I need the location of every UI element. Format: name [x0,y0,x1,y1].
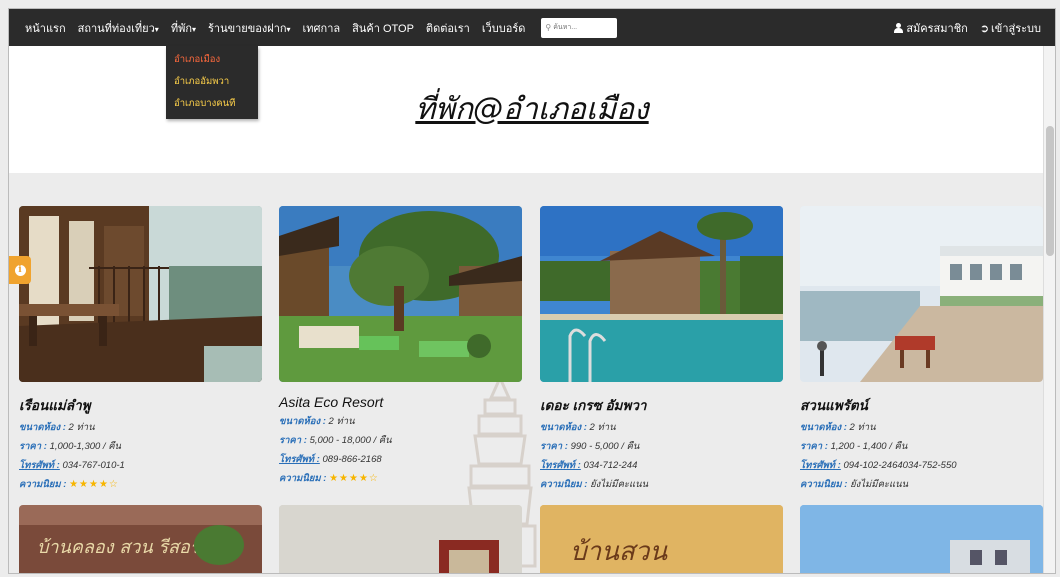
nav-souvenir-shops[interactable]: ร้านขายของฝาก▾ [202,19,297,37]
phone: โทรศัพท์ : 034-767-010-1 [19,460,125,471]
phone: โทรศัพท์ : 034-712-244 [540,460,638,471]
hotel-image-4[interactable] [800,206,1043,382]
hotel-image-8[interactable] [800,505,1043,573]
sign-text: บ้านสวน [570,537,668,567]
price: ราคา : 990 - 5,000 / คืน [540,441,640,452]
nav-accommodation[interactable]: ที่พัก▾ [165,19,202,37]
room-size: ขนาดห้อง : 2 ท่าน [19,422,95,433]
popularity: ความนิยม : ยังไม่มีคะแนน [540,479,649,490]
nav-right: สมัครสมาชิก ➲ เข้าสู่ระบบ [887,9,1047,46]
search-box[interactable]: ⚲ [541,17,618,38]
hotel-card-3[interactable]: เดอะ เกรซ อัมพวา ขนาดห้อง : 2 ท่าน ราคา … [540,206,783,492]
nav-contact[interactable]: ติดต่อเรา [420,19,476,37]
info-icon: i [14,264,26,276]
chevron-down-icon: ▾ [154,24,159,34]
popularity: ความนิยม : ยังไม่มีคะแนน [800,479,909,490]
price: ราคา : 5,000 - 18,000 / คืน [279,435,392,446]
accommodation-dropdown: อำเภอเมือง อำเภออัมพวา อำเภอบางคนที [166,46,258,119]
phone: โทรศัพท์ : 094-102-2464034-752-550 [800,460,957,471]
price: ราคา : 1,200 - 1,400 / คืน [800,441,908,452]
info-tab[interactable]: i [9,256,31,284]
hotel-card-4[interactable]: สวนแพรัตน์ ขนาดห้อง : 2 ท่าน ราคา : 1,20… [800,206,1043,492]
hotel-card-2[interactable]: Asita Eco Resort ขนาดห้อง : 2 ท่าน ราคา … [279,206,522,486]
chevron-down-icon: ▾ [191,24,196,34]
hotel-image-5[interactable]: บ้านคลอง สวน รีสอร์ต [19,505,262,573]
hotel-name[interactable]: เรือนแม่ลำพู [19,394,262,416]
nav-attractions[interactable]: สถานที่ท่องเที่ยว▾ [72,19,165,37]
hotel-image-7[interactable]: บ้านสวน [540,505,783,573]
hotel-image-3[interactable] [540,206,783,382]
hotel-card-1[interactable]: เรือนแม่ลำพู ขนาดห้อง : 2 ท่าน ราคา : 1,… [19,206,262,492]
nav-otop[interactable]: สินค้า OTOP [346,19,420,37]
star-rating: ★★★★☆ [69,479,119,490]
search-icon: ⚲ [545,23,552,32]
sign-text: บ้านคลอง สวน รีสอร์ต [37,537,212,558]
dropdown-item-mueang[interactable]: อำเภอเมือง [174,52,258,67]
popularity: ความนิยม : ★★★★☆ [19,479,119,490]
dropdown-item-amphawa[interactable]: อำเภออัมพวา [174,74,258,89]
hotel-name[interactable]: เดอะ เกรซ อัมพวา [540,394,783,416]
login-link[interactable]: ➲ เข้าสู่ระบบ [974,19,1047,37]
browser-frame: หน้าแรก สถานที่ท่องเที่ยว▾ ที่พัก▾ ร้านข… [8,8,1056,574]
top-navbar: หน้าแรก สถานที่ท่องเที่ยว▾ ที่พัก▾ ร้านข… [9,9,1055,46]
scrollbar-thumb[interactable] [1046,126,1054,256]
price: ราคา : 1,000-1,300 / คืน [19,441,122,452]
hotel-image-1[interactable] [19,206,262,382]
hotel-name[interactable]: Asita Eco Resort [279,394,522,410]
rating-text: ยังไม่มีคะแนน [850,479,909,490]
room-size: ขนาดห้อง : 2 ท่าน [540,422,616,433]
vertical-scrollbar[interactable] [1043,46,1055,573]
hotel-image-2[interactable] [279,206,522,382]
nav-webboard[interactable]: เว็บบอร์ด [476,19,532,37]
chevron-down-icon: ▾ [286,24,291,34]
search-input[interactable] [553,19,614,36]
dropdown-item-bang-khonthi[interactable]: อำเภอบางคนที [174,96,258,111]
phone: โทรศัพท์ : 089-866-2168 [279,454,382,465]
register-link[interactable]: สมัครสมาชิก [887,19,974,37]
room-size: ขนาดห้อง : 2 ท่าน [279,416,355,427]
hotel-image-6[interactable] [279,505,522,573]
star-rating: ★★★★☆ [329,473,379,484]
hotel-name[interactable]: สวนแพรัตน์ [800,394,1043,416]
nav-home[interactable]: หน้าแรก [19,19,72,37]
sign-in-icon: ➲ [979,22,990,35]
user-icon [893,22,904,33]
popularity: ความนิยม : ★★★★☆ [279,473,379,484]
rating-text: ยังไม่มีคะแนน [590,479,649,490]
nav-festivals[interactable]: เทศกาล [297,19,347,37]
room-size: ขนาดห้อง : 2 ท่าน [800,422,876,433]
